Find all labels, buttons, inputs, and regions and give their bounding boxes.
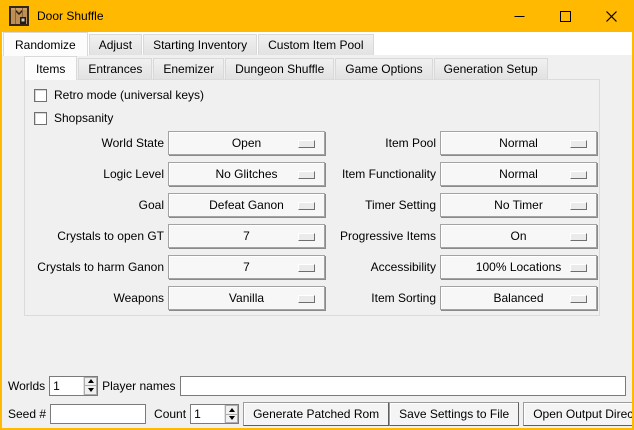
- crystals-harm-ganon-label: Crystals to harm Ganon: [27, 260, 164, 274]
- accessibility-label: Accessibility: [299, 260, 436, 274]
- logic-level-label: Logic Level: [27, 167, 164, 181]
- worlds-input[interactable]: [50, 377, 83, 395]
- count-spin-up-button[interactable]: [225, 405, 238, 415]
- item-pool-label: Item Pool: [299, 136, 436, 150]
- goal-value: Defeat Ganon: [209, 198, 284, 212]
- tab-game-options[interactable]: Game Options: [335, 58, 432, 79]
- dropdown-indicator-icon: [570, 295, 587, 303]
- world-state-label: World State: [27, 136, 164, 150]
- window-content: Randomize Adjust Starting Inventory Cust…: [2, 32, 632, 428]
- up-arrow-icon: [229, 408, 235, 412]
- app-window: Door Shuffle Randomize Adjust Starting I…: [0, 0, 634, 430]
- worlds-spin-down-button[interactable]: [84, 386, 97, 395]
- crystals-open-gt-label: Crystals to open GT: [27, 229, 164, 243]
- inner-tab-bar: Items Entrances Enemizer Dungeon Shuffle…: [24, 56, 549, 79]
- down-arrow-icon: [229, 416, 235, 420]
- door-shuffle-app-icon: [9, 6, 29, 26]
- tab-adjust[interactable]: Adjust: [89, 34, 142, 55]
- count-input[interactable]: [191, 405, 224, 423]
- dropdown-indicator-icon: [570, 264, 587, 272]
- player-names-label: Player names: [102, 379, 175, 393]
- seed-label: Seed #: [8, 407, 46, 421]
- item-sorting-value: Balanced: [493, 291, 543, 305]
- retro-mode-label: Retro mode (universal keys): [54, 88, 204, 102]
- dropdown-indicator-icon: [570, 140, 587, 148]
- accessibility-dropdown[interactable]: 100% Locations: [440, 255, 597, 279]
- item-sorting-label: Item Sorting: [299, 291, 436, 305]
- minimize-icon: [514, 11, 525, 22]
- close-button[interactable]: [588, 0, 634, 32]
- count-spinbox[interactable]: [190, 404, 239, 424]
- checkbox-box-icon[interactable]: [34, 112, 47, 125]
- checkbox-box-icon[interactable]: [34, 89, 47, 102]
- timer-setting-dropdown[interactable]: No Timer: [440, 193, 597, 217]
- world-state-value: Open: [232, 136, 261, 150]
- down-arrow-icon: [88, 388, 94, 392]
- crystals-open-gt-value: 7: [243, 229, 250, 243]
- window-title: Door Shuffle: [37, 9, 104, 23]
- worlds-spinbox[interactable]: [49, 376, 98, 396]
- tab-generation-setup[interactable]: Generation Setup: [434, 58, 548, 79]
- tab-items[interactable]: Items: [24, 56, 77, 80]
- close-icon: [606, 11, 617, 22]
- item-functionality-dropdown[interactable]: Normal: [440, 162, 597, 186]
- worlds-row: Worlds Player names: [8, 375, 626, 396]
- progressive-items-label: Progressive Items: [299, 229, 436, 243]
- shopsanity-checkbox[interactable]: Shopsanity: [34, 111, 113, 125]
- crystals-harm-ganon-value: 7: [243, 260, 250, 274]
- progressive-items-value: On: [510, 229, 526, 243]
- worlds-spin-up-button[interactable]: [84, 377, 97, 387]
- dropdown-indicator-icon: [570, 233, 587, 241]
- weapons-label: Weapons: [27, 291, 164, 305]
- save-settings-button[interactable]: Save Settings to File: [389, 402, 519, 426]
- progressive-items-dropdown[interactable]: On: [440, 224, 597, 248]
- tab-custom-item-pool[interactable]: Custom Item Pool: [258, 34, 373, 55]
- dropdown-indicator-icon: [570, 202, 587, 210]
- items-tab-pane: Retro mode (universal keys) Shopsanity W…: [24, 79, 600, 316]
- titlebar: Door Shuffle: [0, 0, 634, 32]
- seed-input[interactable]: [50, 404, 146, 424]
- timer-setting-value: No Timer: [494, 198, 543, 212]
- player-names-input[interactable]: [180, 376, 627, 396]
- shopsanity-label: Shopsanity: [54, 111, 113, 125]
- goal-label: Goal: [27, 198, 164, 212]
- item-sorting-dropdown[interactable]: Balanced: [440, 286, 597, 310]
- dropdown-indicator-icon: [570, 171, 587, 179]
- retro-mode-checkbox[interactable]: Retro mode (universal keys): [34, 88, 204, 102]
- worlds-label: Worlds: [8, 379, 45, 393]
- tab-enemizer[interactable]: Enemizer: [153, 58, 224, 79]
- count-label: Count: [154, 407, 186, 421]
- tab-dungeon-shuffle[interactable]: Dungeon Shuffle: [225, 58, 334, 79]
- item-pool-value: Normal: [499, 136, 538, 150]
- weapons-value: Vanilla: [229, 291, 264, 305]
- open-output-directory-button[interactable]: Open Output Directory: [523, 402, 632, 426]
- generate-patched-rom-button[interactable]: Generate Patched Rom: [243, 402, 389, 426]
- maximize-icon: [560, 11, 571, 22]
- maximize-button[interactable]: [542, 0, 588, 32]
- item-functionality-value: Normal: [499, 167, 538, 181]
- up-arrow-icon: [88, 379, 94, 383]
- outer-tab-bar: Randomize Adjust Starting Inventory Cust…: [3, 32, 375, 55]
- logic-level-value: No Glitches: [215, 167, 277, 181]
- item-pool-dropdown[interactable]: Normal: [440, 131, 597, 155]
- seed-row: Seed # Count Generate Patched Rom Save S…: [8, 402, 626, 426]
- accessibility-value: 100% Locations: [476, 260, 561, 274]
- item-functionality-label: Item Functionality: [299, 167, 436, 181]
- tab-entrances[interactable]: Entrances: [78, 58, 152, 79]
- tab-randomize[interactable]: Randomize: [3, 32, 88, 56]
- minimize-button[interactable]: [496, 0, 542, 32]
- timer-setting-label: Timer Setting: [299, 198, 436, 212]
- count-spin-down-button[interactable]: [225, 415, 238, 424]
- tab-starting-inventory[interactable]: Starting Inventory: [143, 34, 257, 55]
